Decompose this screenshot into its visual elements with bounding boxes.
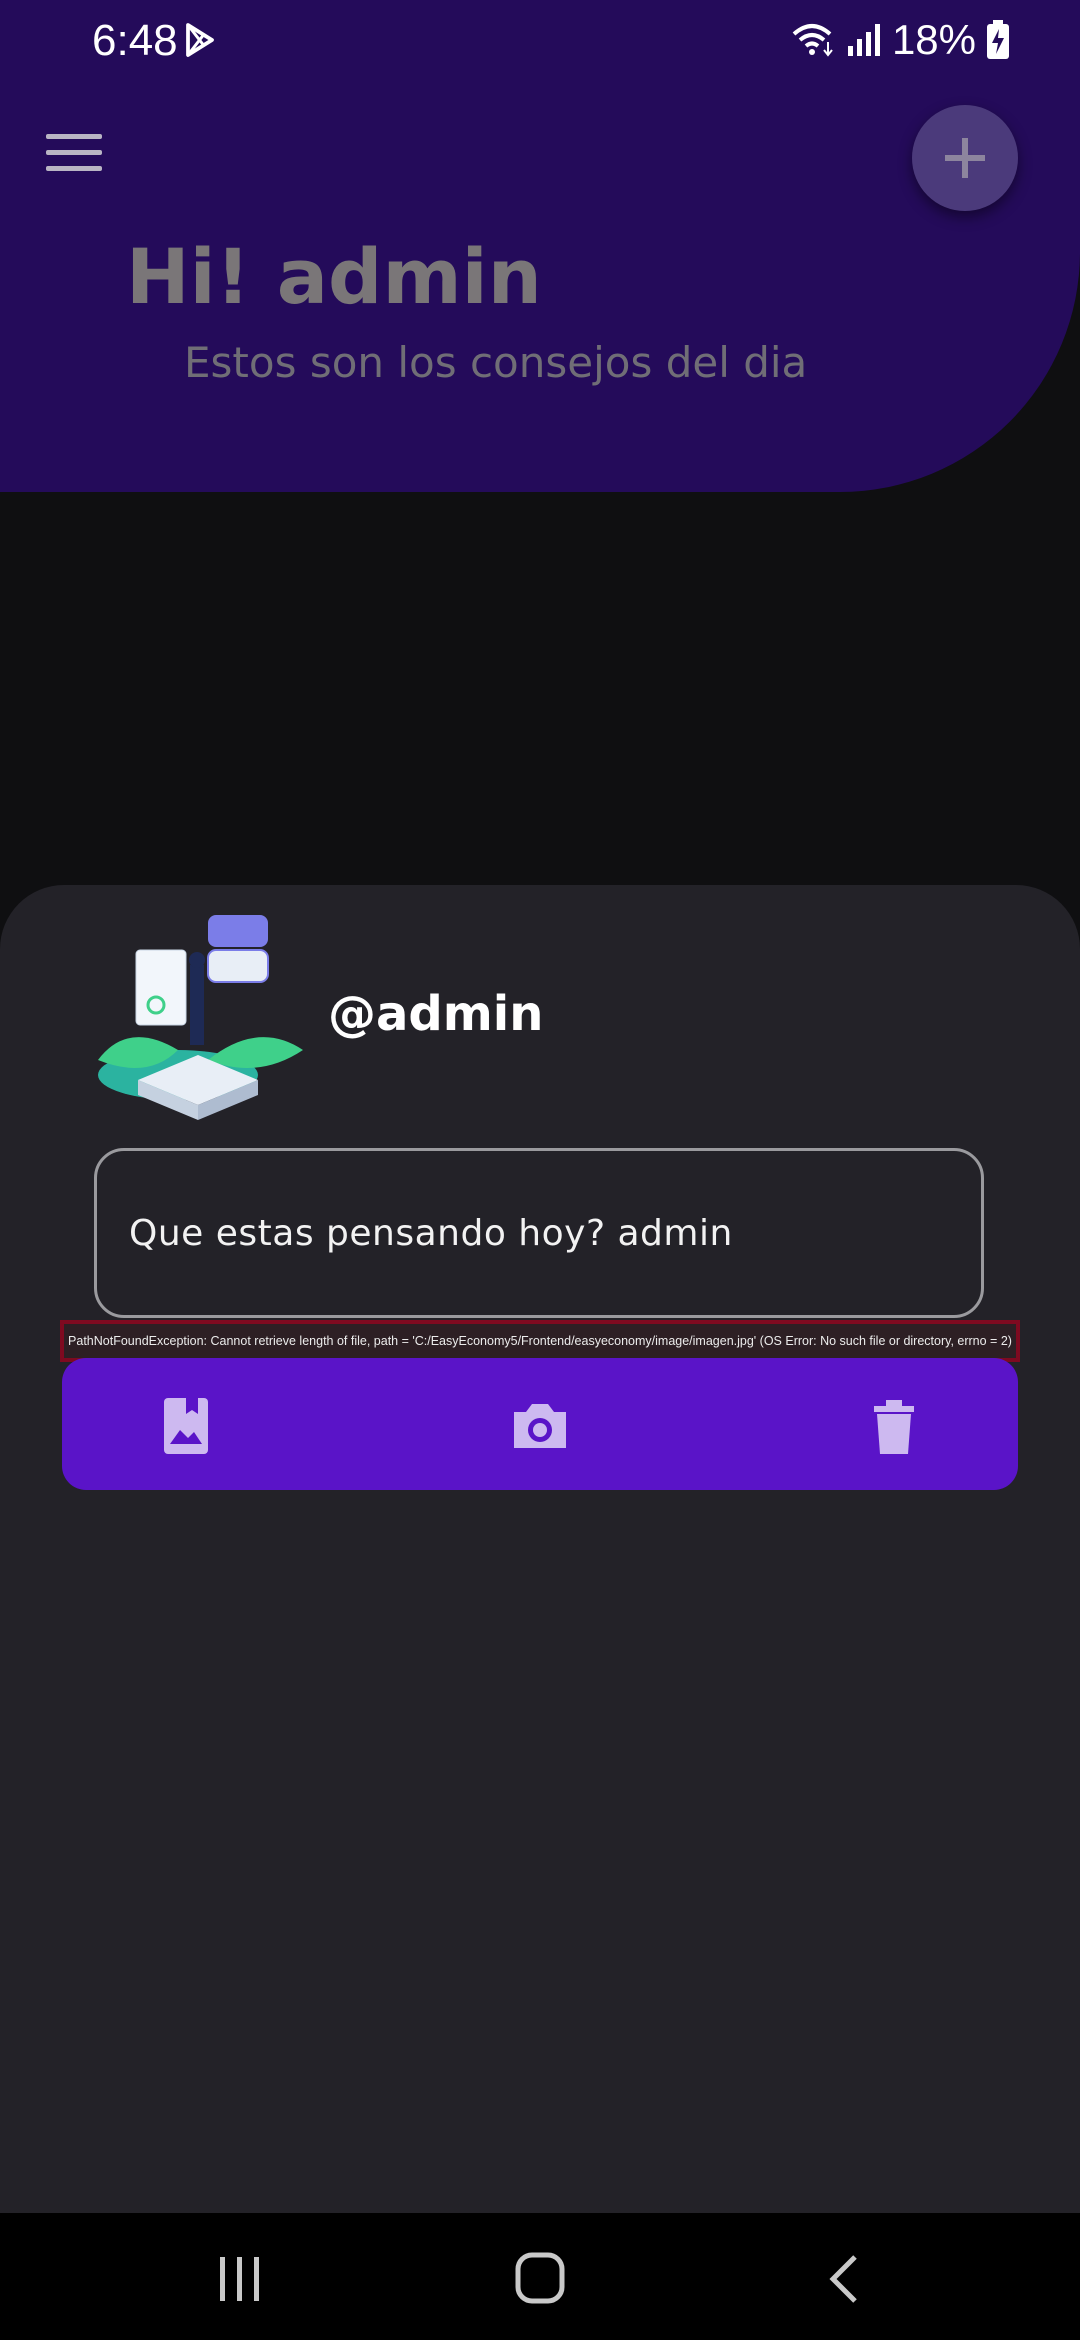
greeting-subtitle: Estos son los consejos del dia: [184, 338, 808, 387]
battery-percent: 18%: [891, 16, 976, 63]
back-button[interactable]: [815, 2251, 875, 2307]
post-toolbar: [62, 1358, 1018, 1490]
home-button[interactable]: [510, 2251, 570, 2307]
play-store-icon: [186, 23, 214, 57]
home-icon: [515, 2252, 565, 2304]
profile-handle: @admin: [328, 986, 544, 1042]
camera-button[interactable]: [508, 1394, 572, 1458]
add-button[interactable]: [912, 105, 1018, 211]
post-input-placeholder: Que estas pensando hoy? admin: [129, 1212, 733, 1254]
status-time: 6:48: [92, 16, 178, 65]
profile-illustration: [98, 915, 303, 1120]
recent-apps-icon: [220, 2257, 259, 2301]
plus-icon: [945, 138, 985, 178]
battery-charging-icon: [987, 20, 1009, 59]
post-input[interactable]: Que estas pensando hoy? admin: [94, 1148, 984, 1318]
greeting-title: Hi! admin: [126, 232, 542, 321]
menu-icon: [46, 134, 102, 139]
status-bar: 6:48 18%: [0, 0, 1080, 84]
system-nav-bar: [0, 2213, 1080, 2340]
camera-icon: [514, 1404, 566, 1448]
error-message: PathNotFoundException: Cannot retrieve l…: [60, 1320, 1020, 1362]
back-icon: [829, 2255, 857, 2303]
status-indicators: 18%: [792, 16, 1010, 64]
recent-apps-button[interactable]: [210, 2251, 270, 2307]
trash-icon: [874, 1400, 914, 1454]
menu-button[interactable]: [46, 134, 102, 178]
error-text: PathNotFoundException: Cannot retrieve l…: [68, 1334, 1012, 1348]
gallery-button[interactable]: [154, 1394, 218, 1458]
wifi-icon: [792, 24, 833, 57]
signal-icon: [847, 24, 880, 56]
image-icon: [164, 1398, 208, 1454]
delete-button[interactable]: [862, 1394, 926, 1458]
